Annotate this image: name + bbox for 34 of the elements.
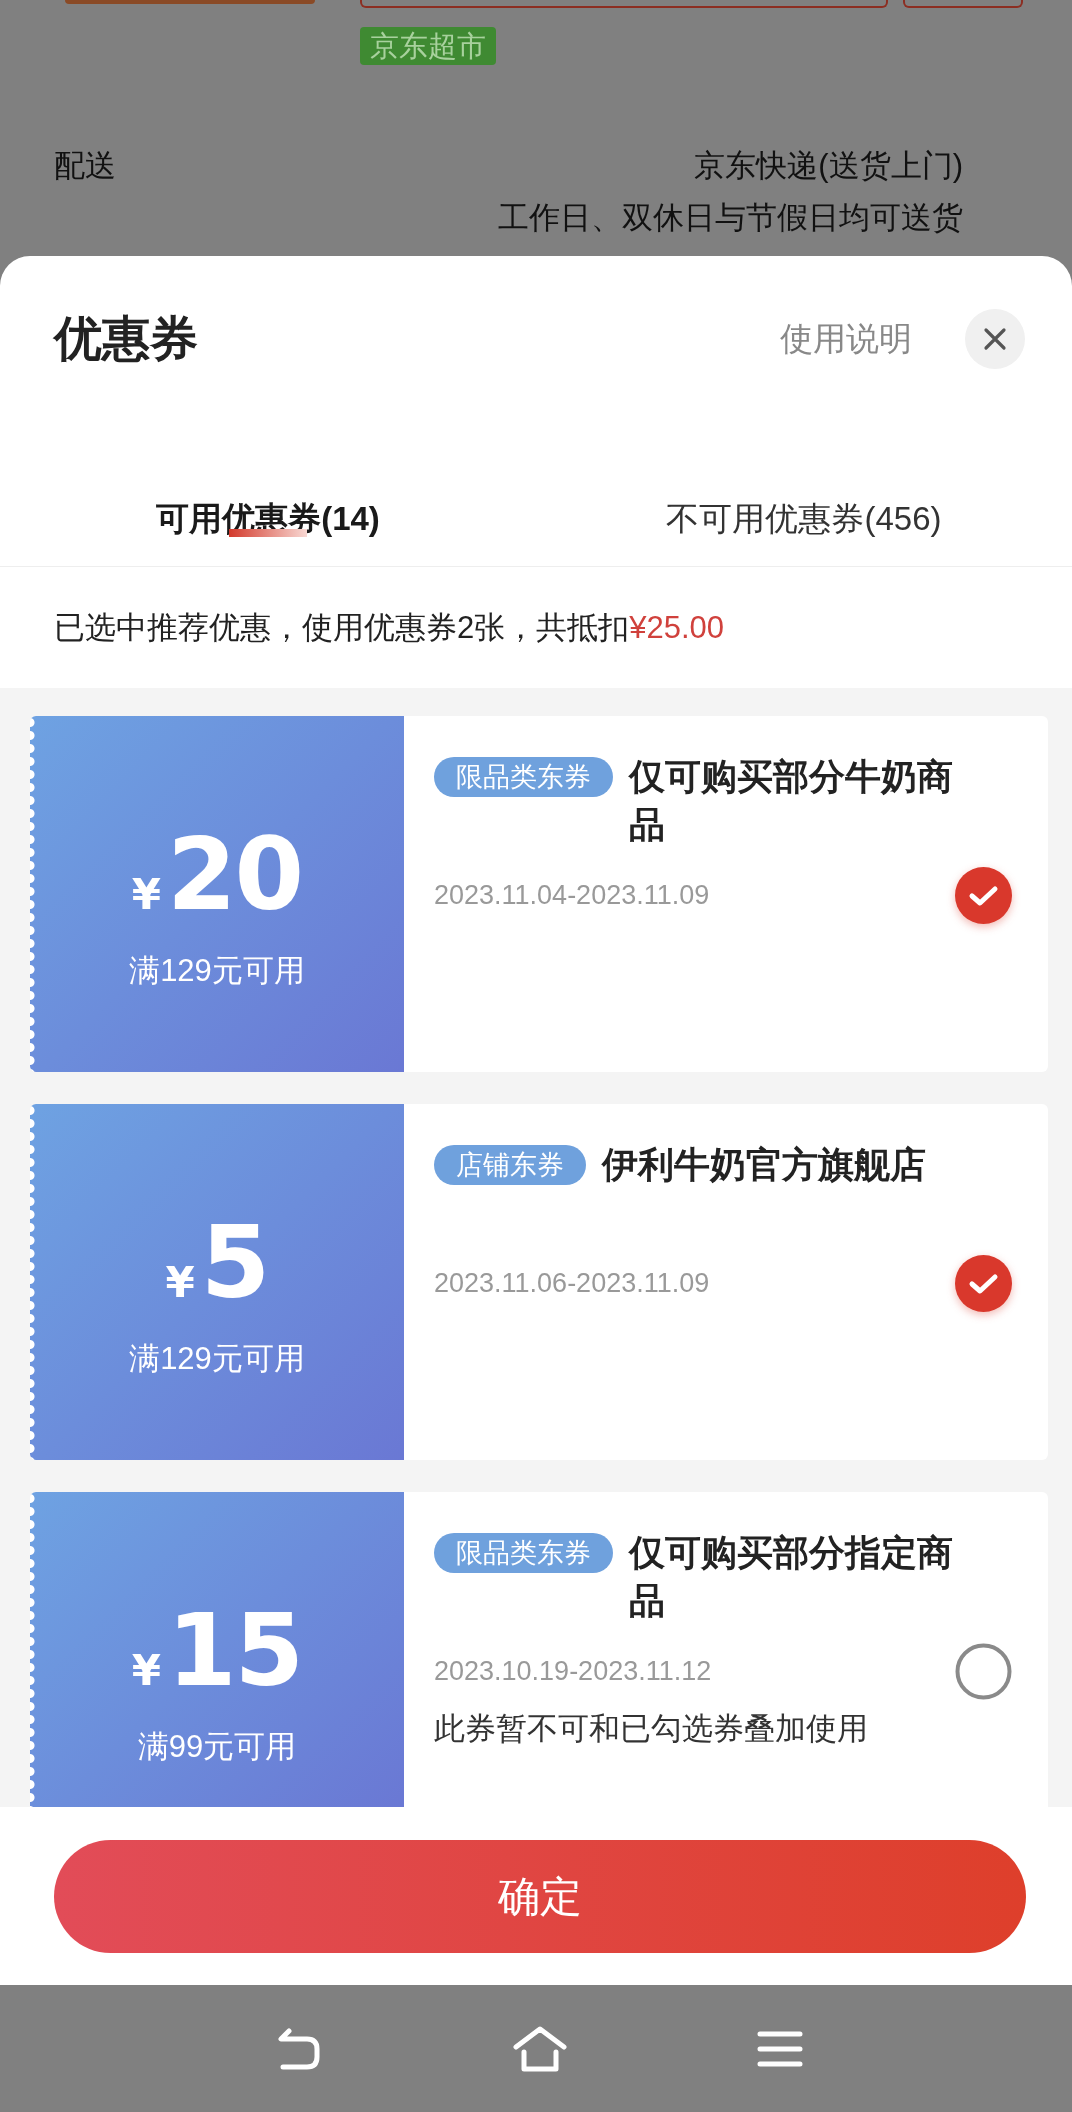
validity-dates: 2023.11.04-2023.11.09 — [434, 879, 710, 911]
coupon-condition: 满99元可用 — [137, 1728, 297, 1766]
validity-dates: 2023.11.06-2023.11.09 — [434, 1267, 710, 1299]
store-tag: 京东超市 — [360, 27, 496, 65]
delivery-method: 京东快递(送货上门) — [694, 147, 963, 185]
checked-circle-icon[interactable] — [955, 866, 1012, 924]
coupon-note: 此券暂不可和已勾选券叠加使用 — [434, 1710, 868, 1748]
confirm-button[interactable]: 确定 — [54, 1840, 1026, 1953]
coupon-type-tag: 店铺东券 — [434, 1145, 586, 1185]
delivery-label: 配送 — [54, 147, 116, 185]
coupon-amount: ¥15 — [131, 1592, 303, 1710]
coupon-card[interactable]: ¥20 满129元可用 限品类东券 仅可购买部分牛奶商品 2023.11.04-2023.11.09 — [30, 716, 1048, 1072]
checked-circle-icon[interactable] — [955, 1254, 1012, 1312]
coupon-condition: 满129元可用 — [129, 1340, 305, 1378]
discount-summary: 已选中推荐优惠，使用优惠券2张，共抵扣¥25.00 — [54, 608, 725, 647]
coupon-title: 仅可购买部分牛奶商品 — [629, 755, 954, 847]
delivery-schedule: 工作日、双休日与节假日均可送货 — [498, 199, 963, 237]
help-link[interactable]: 使用说明 — [780, 316, 912, 362]
coupon-card[interactable]: ¥5 满129元可用 店铺东券 伊利牛奶官方旗舰店 2023.11.06-2023.11.09 — [30, 1104, 1048, 1460]
validity-dates: 2023.10.19-2023.11.12 — [434, 1655, 712, 1687]
empty-circle-icon[interactable] — [955, 1642, 1012, 1700]
coupon-type-tag: 限品类东券 — [434, 757, 613, 797]
coupon-type-tag: 限品类东券 — [434, 1533, 613, 1573]
coupon-title: 伊利牛奶官方旗舰店 — [602, 1143, 926, 1187]
close-icon — [983, 327, 1007, 351]
home-icon[interactable] — [512, 2024, 568, 2073]
coupon-title: 仅可购买部分指定商品 — [629, 1531, 954, 1623]
coupon-condition: 满129元可用 — [129, 952, 305, 990]
coupon-card[interactable]: ¥15 满99元可用 限品类东券 仅可购买部分指定商品 2023.10.19-2023.11.12 此券暂不可和已勾选券叠加使用 — [30, 1492, 1048, 1807]
coupon-amount: ¥20 — [131, 816, 303, 934]
coupon-amount: ¥5 — [165, 1204, 269, 1322]
back-icon[interactable] — [275, 2026, 323, 2071]
coupon-tab[interactable]: 不可用优惠券(456) — [666, 422, 942, 566]
sheet-title: 优惠券 — [54, 311, 198, 367]
